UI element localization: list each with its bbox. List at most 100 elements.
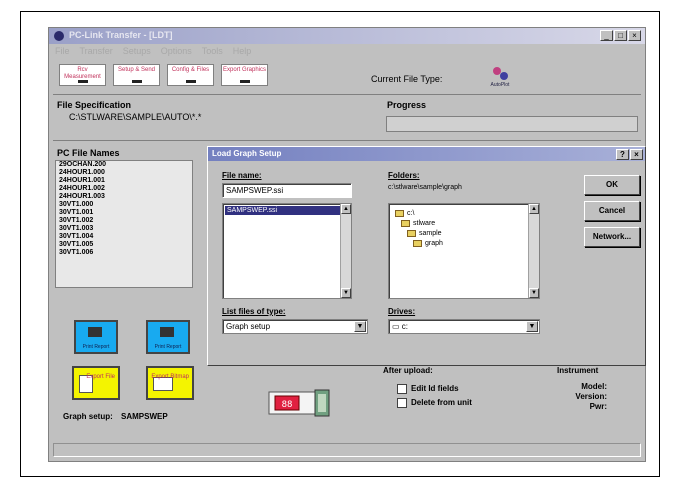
load-graph-setup-dialog: Load Graph Setup ? × File name: SAMPSWEP… <box>207 146 646 366</box>
folder-root[interactable]: c:\ <box>395 208 539 218</box>
config-icon <box>186 80 196 83</box>
pc-files-label: PC File Names <box>57 148 120 158</box>
list-item[interactable]: 24HOUR1.001 <box>56 177 192 185</box>
print-report-button-2[interactable]: Print Report <box>146 320 190 354</box>
folder-open-icon <box>395 209 404 217</box>
list-item[interactable]: 24HOUR1.002 <box>56 185 192 193</box>
file-list[interactable]: SAMPSWEP.ssi ▲ ▼ <box>222 203 352 299</box>
menu-options[interactable]: Options <box>161 46 192 56</box>
pwr-label: Pwr: <box>589 402 607 411</box>
config-files-label: Config & Files <box>171 67 210 73</box>
chevron-down-icon[interactable]: ▼ <box>354 321 366 332</box>
cancel-button[interactable]: Cancel <box>584 201 640 221</box>
export-bitmap-button[interactable]: Export Bitmap <box>146 366 194 400</box>
chevron-down-icon[interactable]: ▼ <box>526 321 538 332</box>
maximize-button[interactable]: □ <box>614 30 627 41</box>
title-bar: PC-Link Transfer - [LDT] _ □ × <box>49 28 645 44</box>
current-file-type-label: Current File Type: <box>371 74 443 84</box>
file-name-input[interactable]: SAMPSWEP.ssi <box>222 183 352 198</box>
dialog-title-bar: Load Graph Setup ? × <box>208 147 645 161</box>
export-file-button[interactable]: Export File <box>72 366 120 400</box>
ok-button[interactable]: OK <box>584 175 640 195</box>
folder-tree[interactable]: c:\ stlware sample graph ▲ ▼ <box>388 203 540 299</box>
rcv-measurement-button[interactable]: Rcv Measurement <box>59 64 106 86</box>
menu-file[interactable]: File <box>55 46 70 56</box>
after-upload-label: After upload: <box>383 366 433 375</box>
list-item[interactable]: 29OCHAN.200 <box>56 161 192 169</box>
list-item[interactable]: 30VT1.000 <box>56 201 192 209</box>
menu-help[interactable]: Help <box>233 46 252 56</box>
help-button[interactable]: ? <box>616 149 629 160</box>
file-type-value: Graph setup <box>226 322 271 331</box>
version-label: Version: <box>575 392 607 401</box>
list-item[interactable]: 30VT1.005 <box>56 241 192 249</box>
graph-setup-label: Graph setup: <box>63 412 113 421</box>
autoplot-icon[interactable]: AutoPlot <box>485 66 515 88</box>
model-label: Model: <box>581 382 607 391</box>
list-item[interactable]: SAMPSWEP.ssi <box>225 206 345 215</box>
drive-icon: ▭ <box>392 322 402 331</box>
receive-icon <box>78 80 88 83</box>
divider <box>53 140 641 141</box>
dialog-title: Load Graph Setup <box>212 149 282 158</box>
folder-graph[interactable]: graph <box>395 238 539 248</box>
file-spec-label: File Specification <box>57 100 132 110</box>
toolbar: Rcv Measurement Setup & Send Config & Fi… <box>59 64 268 86</box>
print-report-button[interactable]: Print Report <box>74 320 118 354</box>
scroll-up-icon[interactable]: ▲ <box>341 204 351 214</box>
folder-sample[interactable]: sample <box>395 228 539 238</box>
dialog-close-button[interactable]: × <box>630 149 643 160</box>
edit-id-fields-option[interactable]: Edit Id fields <box>397 384 459 394</box>
setup-send-button[interactable]: Setup & Send <box>113 64 160 86</box>
instrument-icon: 88 <box>267 384 335 422</box>
printer-icon <box>160 327 174 337</box>
menu-transfer[interactable]: Transfer <box>80 46 113 56</box>
print-report-label-2: Print Report <box>154 344 182 350</box>
delete-from-unit-checkbox[interactable] <box>397 398 407 408</box>
graph-setup-value: SAMPSWEP <box>121 412 168 421</box>
minimize-button[interactable]: _ <box>600 30 613 41</box>
list-item[interactable]: 24HOUR1.003 <box>56 193 192 201</box>
delete-from-unit-option[interactable]: Delete from unit <box>397 398 472 408</box>
instrument-label: Instrument <box>557 366 599 375</box>
export-icon <box>240 80 250 83</box>
list-item[interactable]: 30VT1.004 <box>56 233 192 241</box>
edit-id-fields-checkbox[interactable] <box>397 384 407 394</box>
list-item[interactable]: 30VT1.006 <box>56 249 192 257</box>
print-report-label: Print Report <box>82 344 110 350</box>
edit-id-fields-label: Edit Id fields <box>411 384 459 394</box>
folder-open-icon <box>407 229 416 237</box>
close-button[interactable]: × <box>628 30 641 41</box>
upload-panel: After upload: Edit Id fields Delete from… <box>379 363 639 439</box>
list-item[interactable]: 30VT1.001 <box>56 209 192 217</box>
progress-label: Progress <box>387 100 427 110</box>
list-item[interactable]: 30VT1.003 <box>56 225 192 233</box>
list-item[interactable]: 30VT1.002 <box>56 217 192 225</box>
status-bar <box>53 443 641 457</box>
export-bitmap-label: Export Bitmap <box>151 374 189 380</box>
autoplot-label: AutoPlot <box>490 82 510 88</box>
folder-tree-scrollbar[interactable]: ▲ ▼ <box>528 204 539 298</box>
scroll-down-icon[interactable]: ▼ <box>341 288 351 298</box>
drives-select[interactable]: ▭ c: ▼ <box>388 319 540 334</box>
file-type-select[interactable]: Graph setup ▼ <box>222 319 368 334</box>
window-title: PC-Link Transfer - [LDT] <box>69 30 173 40</box>
export-graphics-button[interactable]: Export Graphics <box>221 64 268 86</box>
divider <box>53 94 641 95</box>
pc-file-list[interactable]: 29OCHAN.200 24HOUR1.000 24HOUR1.001 24HO… <box>55 160 193 288</box>
export-graphics-label: Export Graphics <box>222 67 267 73</box>
drives-value: c: <box>401 322 409 331</box>
folder-stlware[interactable]: stlware <box>395 218 539 228</box>
file-spec-value[interactable]: C:\STLWARE\SAMPLE\AUTO\*.* <box>69 112 201 122</box>
file-name-label: File name: <box>222 171 262 180</box>
scroll-down-icon[interactable]: ▼ <box>529 288 539 298</box>
export-file-label: Export File <box>86 374 115 380</box>
menu-setups[interactable]: Setups <box>123 46 151 56</box>
list-item[interactable]: 24HOUR1.000 <box>56 169 192 177</box>
menu-tools[interactable]: Tools <box>202 46 223 56</box>
config-files-button[interactable]: Config & Files <box>167 64 214 86</box>
file-list-scrollbar[interactable]: ▲ ▼ <box>340 204 351 298</box>
network-button[interactable]: Network... <box>584 227 640 247</box>
scroll-up-icon[interactable]: ▲ <box>529 204 539 214</box>
folders-path: c:\stlware\sample\graph <box>388 184 462 191</box>
